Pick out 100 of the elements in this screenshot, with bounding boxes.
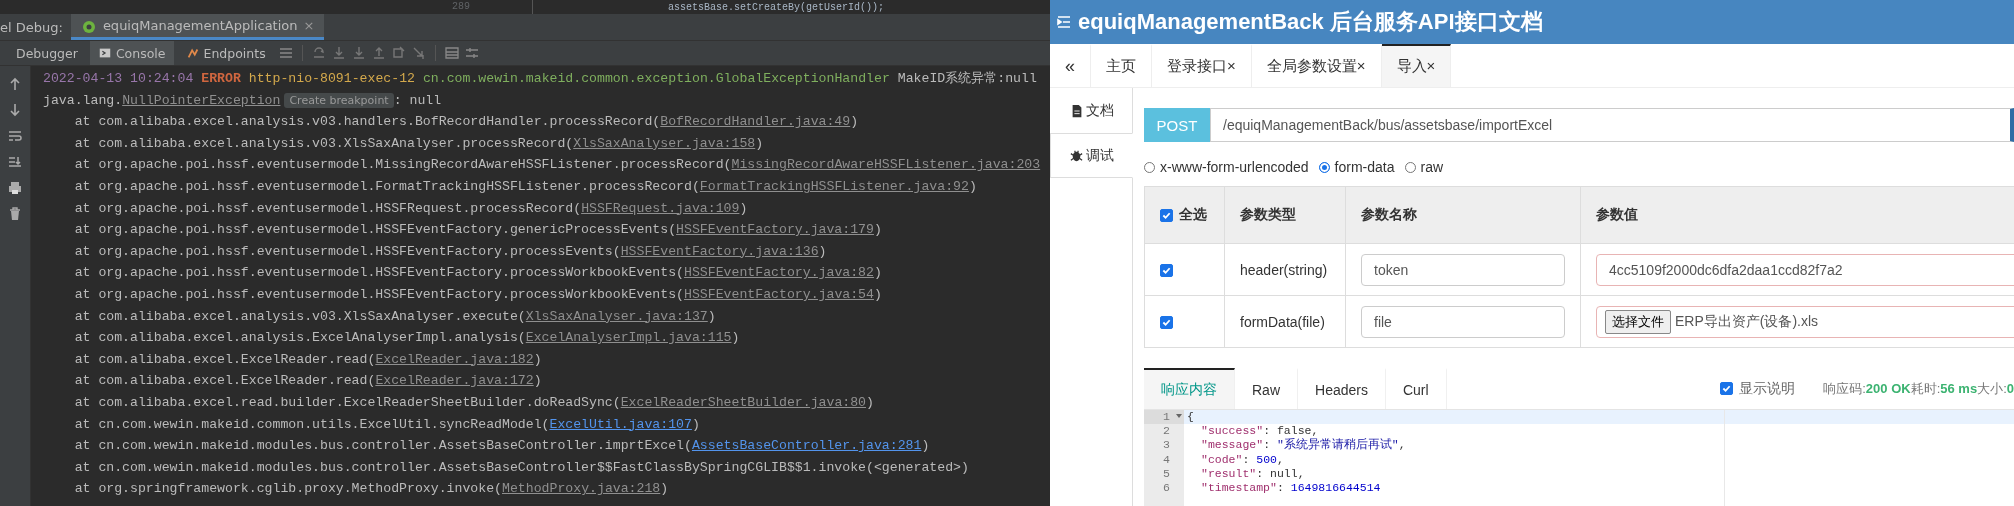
code-line: "success": false, bbox=[1200, 424, 1319, 438]
response-tab[interactable]: Raw bbox=[1235, 368, 1298, 409]
exception-name: java.lang.NullPointerException bbox=[43, 92, 281, 108]
tool-tab[interactable]: Debugger bbox=[8, 41, 86, 65]
fold-icon[interactable] bbox=[1176, 414, 1182, 419]
source-link[interactable]: ExcelAnalyserImpl.java:115 bbox=[525, 330, 732, 346]
source-link[interactable]: ExcelUtil.java:107 bbox=[549, 416, 692, 432]
source-link[interactable]: BofRecordHandler.java:49 bbox=[660, 114, 851, 130]
checkbox[interactable] bbox=[1160, 264, 1173, 278]
breakpoint-hint[interactable]: Create breakpoint bbox=[284, 92, 394, 108]
tool-tab[interactable]: Console bbox=[89, 41, 174, 65]
source-link[interactable]: HSSFEventFactory.java:179 bbox=[676, 222, 874, 238]
choose-file-button[interactable]: 选择文件 bbox=[1605, 309, 1671, 334]
stack-frame: at com.alibaba.excel.analysis.v03.XlsSaxAnalyser.processRecord(XlsSaxAnalyser.java:158) bbox=[43, 132, 764, 155]
source-link[interactable]: HSSFEventFactory.java:136 bbox=[620, 243, 819, 259]
response-status: 响应码:200 OK耗时:56 ms大小:0 bbox=[1823, 379, 2014, 398]
radio-label[interactable]: x-www-form-urlencoded bbox=[1160, 159, 1309, 175]
source-link[interactable]: HSSFEventFactory.java:54 bbox=[684, 286, 874, 302]
endpoints-icon[interactable] bbox=[185, 46, 200, 60]
side-nav-item[interactable]: 调试 bbox=[1050, 133, 1133, 178]
source-link[interactable]: AssetsBaseController.java:281 bbox=[691, 438, 922, 454]
menu-icon[interactable] bbox=[277, 45, 294, 61]
source-link[interactable]: FormatTrackingHSSFListener.java:92 bbox=[699, 178, 969, 194]
line-number: 5 bbox=[1162, 466, 1171, 481]
stack-frame: at com.alibaba.excel.ExcelReader.read(ExcelReader.java:182) bbox=[43, 348, 542, 371]
code-line: assetsBase.setCreateBy(getUserId()); bbox=[668, 1, 885, 13]
page-tab[interactable]: 全局参数设置× bbox=[1251, 44, 1382, 87]
code-line: "message": "系统异常请稍后再试", bbox=[1200, 438, 1406, 453]
show-notes-label[interactable]: 显示说明 bbox=[1739, 379, 1796, 398]
down-arrow-icon[interactable] bbox=[7, 102, 23, 118]
bug-icon[interactable] bbox=[1069, 148, 1084, 163]
column-header: 参数名称 bbox=[1345, 186, 1581, 244]
trash-icon[interactable] bbox=[7, 206, 23, 222]
source-link[interactable]: HSSFRequest.java:109 bbox=[581, 200, 740, 216]
response-tab[interactable]: Headers bbox=[1298, 368, 1386, 409]
radio-button[interactable] bbox=[1144, 161, 1155, 173]
line-number: 4 bbox=[1162, 452, 1171, 467]
page-tab[interactable]: 登录接口× bbox=[1152, 44, 1252, 87]
checkbox[interactable] bbox=[1720, 382, 1734, 395]
exception-message: : null bbox=[393, 92, 442, 108]
checkbox[interactable] bbox=[1160, 208, 1173, 222]
page-tab[interactable]: 导入× bbox=[1381, 44, 1452, 87]
radio-label[interactable]: form-data bbox=[1334, 159, 1395, 175]
source-link[interactable]: ExcelReaderSheetBuilder.java:80 bbox=[620, 394, 867, 410]
source-link[interactable]: MissingRecordAwareHSSFListener.java:203 bbox=[731, 157, 1041, 173]
stack-frame: at com.alibaba.excel.analysis.ExcelAnalyserImpl.analysis(ExcelAnalyserImpl.java:115) bbox=[43, 327, 740, 349]
source-link[interactable]: XlsSaxAnalyser.java:137 bbox=[525, 308, 708, 324]
menu-indent-icon[interactable] bbox=[1056, 14, 1072, 30]
file-field[interactable]: 选择文件 ERP导出资产(设备).xls bbox=[1596, 305, 2014, 338]
checkbox[interactable] bbox=[1160, 316, 1173, 330]
collapse-button[interactable]: « bbox=[1050, 44, 1091, 87]
stack-frame: at org.apache.poi.hssf.eventusermodel.HSSFEventFactory.processWorkbookEvents(HSSFEventFactory.java:82) bbox=[43, 262, 882, 284]
side-nav-item[interactable]: 文档 bbox=[1050, 88, 1133, 133]
line-number: 6 bbox=[1162, 480, 1171, 496]
page-tab[interactable]: 主页 bbox=[1091, 44, 1152, 87]
stack-frame: at cn.com.wewin.makeid.modules.bus.controller.AssetsBaseController$$FastClassBySpringCGLIB$$1.invoke(<generated>) bbox=[43, 456, 969, 479]
run-tab[interactable]: equiqManagementApplication × bbox=[70, 14, 325, 40]
table-icon[interactable] bbox=[443, 45, 460, 61]
code-line: "timestamp": 1649816644514 bbox=[1200, 480, 1381, 496]
line-number: 2 bbox=[1162, 424, 1171, 439]
column-header: 参数类型 bbox=[1224, 186, 1346, 244]
drop-frame-icon[interactable] bbox=[390, 45, 407, 61]
print-icon[interactable] bbox=[7, 180, 23, 196]
source-link[interactable]: HSSFEventFactory.java:82 bbox=[684, 265, 874, 281]
name-field[interactable]: token bbox=[1361, 253, 1565, 286]
value-field[interactable]: 4cc5109f2000dc6dfa2daa1ccd82f7a2 bbox=[1596, 253, 2014, 286]
select-all-label[interactable]: 全选 bbox=[1179, 206, 1207, 224]
soft-wrap-icon[interactable] bbox=[7, 128, 23, 144]
scroll-end-icon[interactable] bbox=[7, 154, 23, 170]
exception-link[interactable]: NullPointerException bbox=[122, 92, 281, 108]
response-tab[interactable]: 响应内容 bbox=[1144, 368, 1235, 409]
table-cell: header(string) bbox=[1224, 243, 1346, 296]
stack-frame: at com.alibaba.excel.read.builder.ExcelReaderSheetBuilder.doReadSync(ExcelReaderSheetBuilder.java:80) bbox=[43, 391, 874, 414]
tool-tab[interactable]: Endpoints bbox=[177, 41, 274, 65]
source-link[interactable]: MethodProxy.java:218 bbox=[502, 481, 661, 497]
source-link[interactable]: ExcelReader.java:182 bbox=[375, 351, 534, 367]
radio-button[interactable] bbox=[1404, 161, 1416, 173]
name-field[interactable]: file bbox=[1361, 305, 1565, 338]
response-tab[interactable]: Curl bbox=[1385, 368, 1447, 409]
source-link[interactable]: XlsSaxAnalyser.java:158 bbox=[573, 135, 756, 151]
stack-frame: at cn.com.wewin.makeid.modules.bus.controller.AssetsBaseController.imprtExcel(AssetsBaseController.java:281) bbox=[43, 435, 930, 457]
url-field[interactable]: /equiqManagementBack/bus/assetsbase/importExcel bbox=[1210, 108, 2014, 142]
run-label: el Debug: bbox=[0, 18, 64, 37]
code-line: "code": 500, bbox=[1200, 452, 1284, 467]
table-cell: formData(file) bbox=[1224, 295, 1346, 348]
console-icon[interactable] bbox=[97, 46, 112, 60]
radio-label[interactable]: raw bbox=[1420, 159, 1444, 175]
log-line: 2022-04-13 10:24:04 ERROR http-nio-8091-exec-12 cn.com.wewin.makeid.common.exception.GlobalExceptionHandler MakeID系统异常:null bbox=[43, 70, 1037, 88]
stack-frame: at org.apache.poi.hssf.eventusermodel.HSSFEventFactory.processWorkbookEvents(HSSFEventFactory.java:54) bbox=[43, 283, 882, 306]
stack-frame: at org.apache.poi.hssf.eventusermodel.FormatTrackingHSSFListener.processRecord(FormatTrackingHSSFListener.java:92) bbox=[43, 175, 977, 198]
streams-icon[interactable] bbox=[463, 45, 480, 61]
line-number: 1 bbox=[1144, 410, 1184, 425]
stack-frame: at com.alibaba.excel.analysis.v03.handlers.BofRecordHandler.processRecord(BofRecordHandler.java:49) bbox=[43, 111, 859, 133]
page-title: equiqManagementBack 后台服务API接口文档 bbox=[1078, 8, 1543, 36]
line-number: 3 bbox=[1162, 438, 1171, 453]
stack-frame: at com.alibaba.excel.ExcelReader.read(ExcelReader.java:172) bbox=[43, 370, 542, 392]
stack-frame: at org.apache.poi.hssf.eventusermodel.MissingRecordAwareHSSFListener.processRecord(MissingRecordAwareHSSFListener.java:203 bbox=[43, 154, 1041, 176]
radio-button[interactable] bbox=[1318, 161, 1330, 173]
source-link[interactable]: ExcelReader.java:172 bbox=[375, 373, 534, 389]
stack-frame: at cn.com.wewin.makeid.common.utils.ExcelUtil.syncReadModel(ExcelUtil.java:107) bbox=[43, 413, 700, 436]
